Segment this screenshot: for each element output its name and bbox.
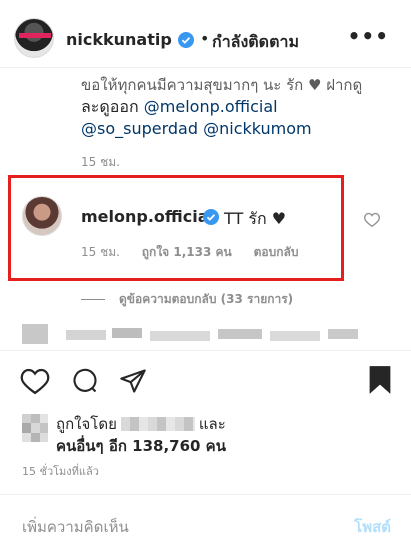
following-button[interactable]: กำลังติดตาม — [212, 30, 299, 55]
more-options-icon[interactable]: ••• — [348, 24, 389, 48]
comment-bubble-icon[interactable] — [70, 367, 100, 399]
profile-avatar[interactable] — [14, 18, 54, 58]
likes-count[interactable]: คนอื่นๆ อีก 138,760 คน — [56, 434, 226, 458]
comment-likes-count[interactable]: ถูกใจ 1,133 คน — [142, 245, 232, 259]
comment-input[interactable] — [22, 515, 322, 539]
mention-link[interactable]: @so_superdad — [81, 119, 198, 138]
liked-by-line: ถูกใจโดย และ — [56, 415, 226, 433]
comment-timestamp: 15 ชม. — [81, 155, 120, 169]
comment-username[interactable]: melonp.official — [81, 207, 214, 226]
mention-link[interactable]: @melonp.official — [144, 97, 278, 116]
likes-section: ถูกใจโดย และ คนอื่นๆ อีก 138,760 คน — [0, 412, 411, 460]
verified-badge-icon — [178, 31, 194, 50]
mention-link[interactable]: @nickkumom — [203, 119, 312, 138]
comment-timestamp: 15 ชม. — [81, 245, 120, 259]
post-timestamp: 15 ชั่วโมงที่แล้ว — [22, 465, 99, 478]
verified-badge-icon — [203, 208, 219, 227]
comment-text: TT รัก ♥ — [224, 209, 287, 228]
post-header: nickkunatip • กำลังติดตาม ••• — [0, 0, 411, 68]
highlight-box — [8, 175, 344, 281]
blurred-username[interactable] — [120, 417, 195, 431]
post-button[interactable]: โพสต์ — [354, 515, 391, 539]
divider — [81, 299, 105, 300]
add-comment-bar: โพสต์ — [0, 494, 411, 559]
cut-off-comment-text: ขอให้ทุกคนมีความสุขมากๆ นะ รัก ♥ ฝากดู — [81, 76, 363, 94]
header-username[interactable]: nickkunatip — [66, 30, 172, 49]
view-replies-link[interactable]: ดูข้อความตอบกลับ (33 รายการ) — [81, 290, 293, 309]
bookmark-icon[interactable] — [368, 365, 392, 399]
comment-line: ละดูออก @melonp.official — [81, 97, 278, 116]
comment-avatar[interactable] — [22, 196, 62, 236]
header-separator: • — [200, 29, 210, 48]
liker-avatar-blurred[interactable] — [22, 414, 48, 442]
like-heart-icon[interactable] — [20, 367, 50, 399]
comment-heart-icon[interactable] — [364, 212, 380, 231]
reply-button[interactable]: ตอบกลับ — [254, 245, 299, 259]
comment-line: @so_superdad @nickkumom — [81, 119, 312, 138]
comments-section: ขอให้ทุกคนมีความสุขมากๆ นะ รัก ♥ ฝากดู ล… — [0, 69, 411, 349]
share-send-icon[interactable] — [118, 367, 148, 399]
action-bar — [0, 350, 411, 412]
blurred-comment — [22, 322, 402, 346]
comment-meta: 15 ชม. ถูกใจ 1,133 คน ตอบกลับ — [81, 243, 316, 262]
